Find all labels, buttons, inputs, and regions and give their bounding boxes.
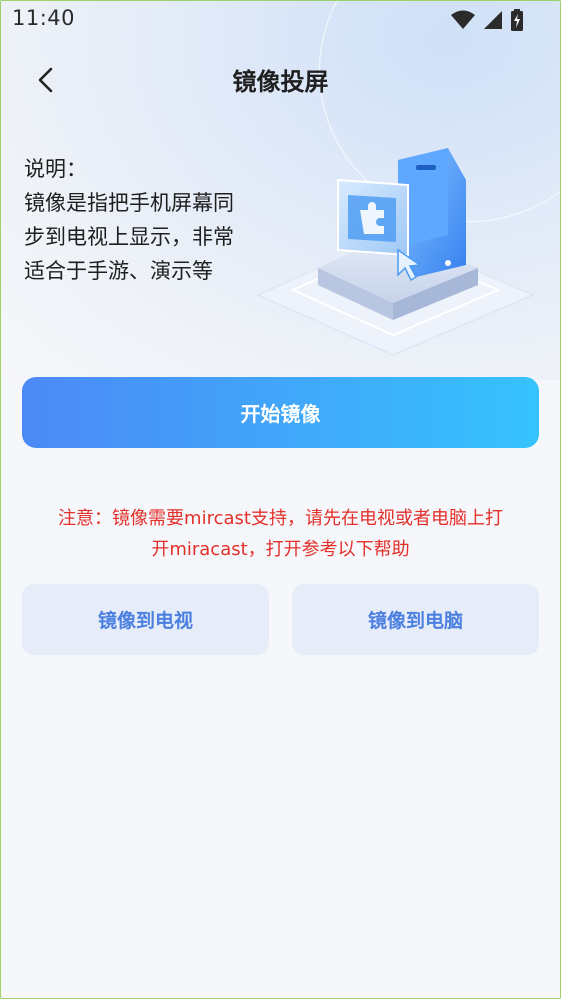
status-bar: 11:40 <box>0 0 561 38</box>
mirror-to-pc-button[interactable]: 镜像到电脑 <box>292 584 539 655</box>
wifi-icon <box>451 10 475 34</box>
page-title: 镜像投屏 <box>232 68 329 96</box>
screen-mirror-illustration <box>248 140 538 356</box>
signal-icon <box>483 10 503 34</box>
description: 说明： 镜像是指把手机屏幕同步到电视上显示，非常适合于手游、演示等 <box>24 152 234 288</box>
battery-icon <box>511 9 523 35</box>
description-heading: 说明： <box>24 157 87 181</box>
status-time: 11:40 <box>12 6 76 30</box>
mirror-to-tv-button[interactable]: 镜像到电视 <box>22 584 269 655</box>
notice-text: 注意：镜像需要mircast支持，请先在电视或者电脑上打开miracast，打开… <box>58 508 503 560</box>
status-icons <box>451 9 523 35</box>
description-body: 镜像是指把手机屏幕同步到电视上显示，非常适合于手游、演示等 <box>24 191 234 283</box>
start-mirroring-button[interactable]: 开始镜像 <box>22 377 539 448</box>
